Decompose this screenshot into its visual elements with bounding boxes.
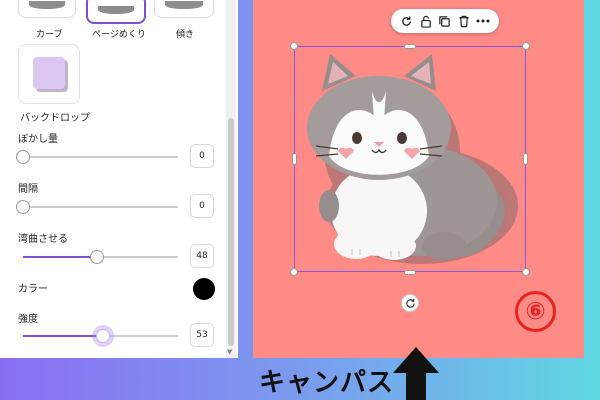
resize-handle-bottom[interactable]: [404, 270, 416, 275]
scroll-down-icon[interactable]: ▼: [227, 348, 232, 356]
blur-slider-thumb[interactable]: [16, 150, 30, 164]
resize-handle-right[interactable]: [523, 153, 528, 165]
rotate-icon: [405, 298, 415, 308]
panel-scrollbar-thumb[interactable]: [228, 118, 234, 346]
spacing-label: 間隔: [18, 184, 38, 195]
resize-handle-bottom-left[interactable]: [290, 268, 298, 276]
backdrop-preview: [33, 57, 65, 89]
rotate-button[interactable]: [401, 294, 419, 312]
refresh-icon[interactable]: [400, 14, 414, 28]
shape-tile-page-curl[interactable]: [86, 0, 146, 24]
resize-handle-left[interactable]: [292, 153, 297, 165]
spacing-value-input[interactable]: 0: [190, 194, 214, 218]
selection-box: [294, 46, 526, 272]
blur-label: ぼかし量: [18, 134, 58, 145]
color-label: カラー: [18, 284, 48, 295]
blur-slider[interactable]: [16, 150, 178, 164]
spacing-slider-thumb[interactable]: [16, 200, 30, 214]
blur-value-input[interactable]: 0: [190, 144, 214, 168]
intensity-value-input[interactable]: 53: [190, 323, 214, 347]
intensity-label: 強度: [18, 314, 38, 325]
resize-handle-top-left[interactable]: [290, 42, 298, 50]
curve-label: 湾曲させる: [18, 234, 68, 245]
backdrop-label: バックドロップ: [20, 113, 90, 124]
spacing-slider[interactable]: [16, 200, 178, 214]
curve-value-input[interactable]: 48: [190, 244, 214, 268]
intensity-slider-thumb[interactable]: [96, 329, 110, 343]
shape-tile-curve[interactable]: [18, 0, 76, 18]
intensity-slider-fill: [23, 335, 103, 337]
panel-scrollbar[interactable]: ▼: [226, 0, 236, 358]
more-icon[interactable]: [476, 14, 490, 28]
step-number-badge: ⑥: [515, 291, 556, 332]
resize-handle-bottom-right[interactable]: [522, 268, 530, 276]
curve-slider[interactable]: [23, 250, 178, 264]
color-swatch[interactable]: [193, 278, 215, 300]
resize-handle-top[interactable]: [404, 44, 416, 49]
duplicate-icon[interactable]: [438, 14, 452, 28]
canvas-caption: キャンパス: [259, 368, 395, 398]
curve-slider-thumb[interactable]: [90, 250, 104, 264]
shape-tile-tilt-label: 傾き: [176, 30, 195, 40]
shape-tile-tilt[interactable]: [154, 0, 214, 18]
effects-panel: カーブ ページめくり 傾き バックドロップ ぼかし量 0 間隔 0 湾曲させる …: [0, 0, 238, 358]
lock-icon[interactable]: [419, 14, 433, 28]
intensity-slider[interactable]: [23, 329, 178, 343]
shape-tile-curve-label: カーブ: [36, 30, 63, 40]
trash-icon[interactable]: [457, 14, 471, 28]
up-arrow-icon: [393, 347, 439, 400]
curve-slider-fill: [23, 256, 97, 258]
element-toolbar: [391, 9, 499, 33]
resize-handle-top-right[interactable]: [522, 42, 530, 50]
backdrop-tile[interactable]: [18, 44, 80, 104]
shape-tile-page-curl-label: ページめくり: [92, 30, 146, 40]
